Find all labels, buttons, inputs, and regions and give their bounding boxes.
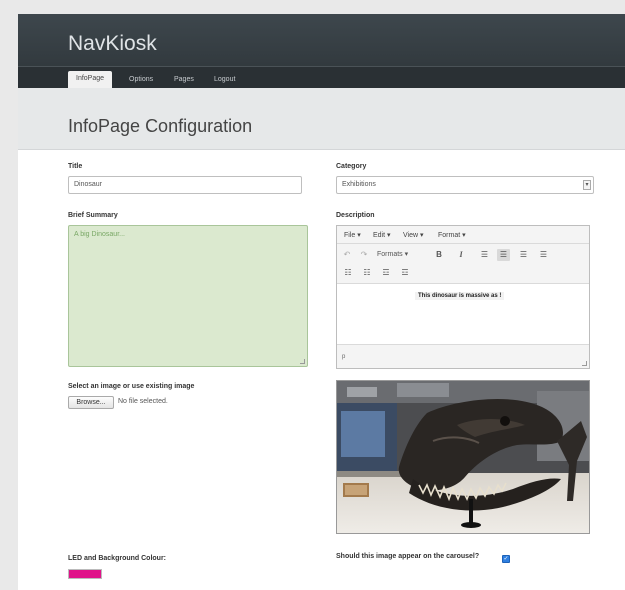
italic-icon[interactable]: I — [455, 249, 467, 261]
image-label: Select an image or use existing image — [68, 383, 195, 390]
editor-content[interactable]: This dinosaur is massive as ! — [337, 284, 589, 344]
nav-tabs: InfoPage Options Pages Logout — [18, 66, 625, 89]
formats-dropdown[interactable]: Formats ▾ — [377, 249, 421, 261]
menu-format-label: Format — [438, 232, 461, 239]
formats-label: Formats — [377, 251, 403, 258]
summary-label: Brief Summary — [68, 212, 118, 219]
menu-file[interactable]: File ▾ — [344, 231, 361, 239]
align-left-icon[interactable]: ☰ — [478, 249, 491, 261]
page: NavKiosk InfoPage Options Pages Logout I… — [18, 14, 625, 590]
carousel-label: Should this image appear on the carousel… — [336, 553, 480, 560]
outdent-icon[interactable]: ☲ — [380, 267, 392, 279]
menu-edit[interactable]: Edit ▾ — [373, 231, 391, 239]
checkmark-icon: ✓ — [503, 556, 509, 562]
carousel-checkbox[interactable]: ✓ — [502, 555, 510, 563]
resize-handle-icon[interactable] — [300, 359, 305, 364]
title-input[interactable]: Dinosaur — [68, 176, 302, 194]
top-navbar: NavKiosk InfoPage Options Pages Logout — [18, 14, 625, 89]
summary-textarea[interactable]: A big Dinosaur... — [68, 225, 308, 367]
colour-picker[interactable] — [68, 569, 102, 579]
editor-menubar: File ▾ Edit ▾ View ▾ Format ▾ — [337, 226, 589, 244]
menu-file-label: File — [344, 232, 356, 239]
redo-icon[interactable]: ↷ — [359, 249, 369, 261]
number-list-icon[interactable]: ☷ — [361, 267, 373, 279]
page-header: InfoPage Configuration — [18, 88, 625, 150]
chevron-down-icon[interactable]: ▾ — [583, 180, 591, 190]
category-selected-value: Exhibitions — [342, 181, 376, 188]
browse-button[interactable]: Browse... — [68, 396, 114, 409]
page-title: InfoPage Configuration — [68, 116, 253, 136]
dinosaur-photo — [337, 381, 589, 533]
brand-logo[interactable]: NavKiosk — [68, 32, 157, 56]
bold-icon[interactable]: B — [433, 249, 445, 261]
menu-edit-label: Edit — [373, 232, 386, 239]
editor-statusbar: p — [337, 344, 589, 368]
menu-format[interactable]: Format ▾ — [438, 231, 466, 239]
menu-view-label: View — [403, 232, 419, 239]
resize-handle-icon[interactable] — [582, 361, 587, 366]
align-right-icon[interactable]: ☰ — [517, 249, 530, 261]
category-label: Category — [336, 163, 367, 170]
category-select[interactable]: Exhibitions ▾ — [336, 176, 594, 194]
tab-pages[interactable]: Pages — [166, 72, 202, 88]
menu-view[interactable]: View ▾ — [403, 231, 424, 239]
tab-logout[interactable]: Logout — [206, 72, 243, 88]
image-preview — [336, 380, 590, 534]
file-status: No file selected. — [118, 398, 168, 405]
element-path: p — [342, 354, 346, 360]
tab-options[interactable]: Options — [121, 72, 161, 88]
indent-icon[interactable]: ☲ — [399, 267, 411, 279]
bullet-list-icon[interactable]: ☷ — [342, 267, 354, 279]
editor-text: This dinosaur is massive as ! — [415, 292, 505, 300]
tab-infopage[interactable]: InfoPage — [68, 71, 113, 89]
description-label: Description — [336, 212, 375, 219]
summary-text: A big Dinosaur... — [74, 231, 125, 238]
colour-label: LED and Background Colour: — [68, 555, 166, 562]
description-editor: File ▾ Edit ▾ View ▾ Format ▾ ↶ ↷ Format… — [336, 225, 590, 369]
editor-toolbar: ↶ ↷ Formats ▾ B I ☰ ☰ ☰ ☰ ☷ ☷ ☲ ☲ — [337, 244, 589, 284]
title-label: Title — [68, 163, 83, 170]
justify-icon[interactable]: ☰ — [537, 249, 550, 261]
undo-icon[interactable]: ↶ — [342, 249, 352, 261]
align-center-icon[interactable]: ☰ — [497, 249, 510, 261]
